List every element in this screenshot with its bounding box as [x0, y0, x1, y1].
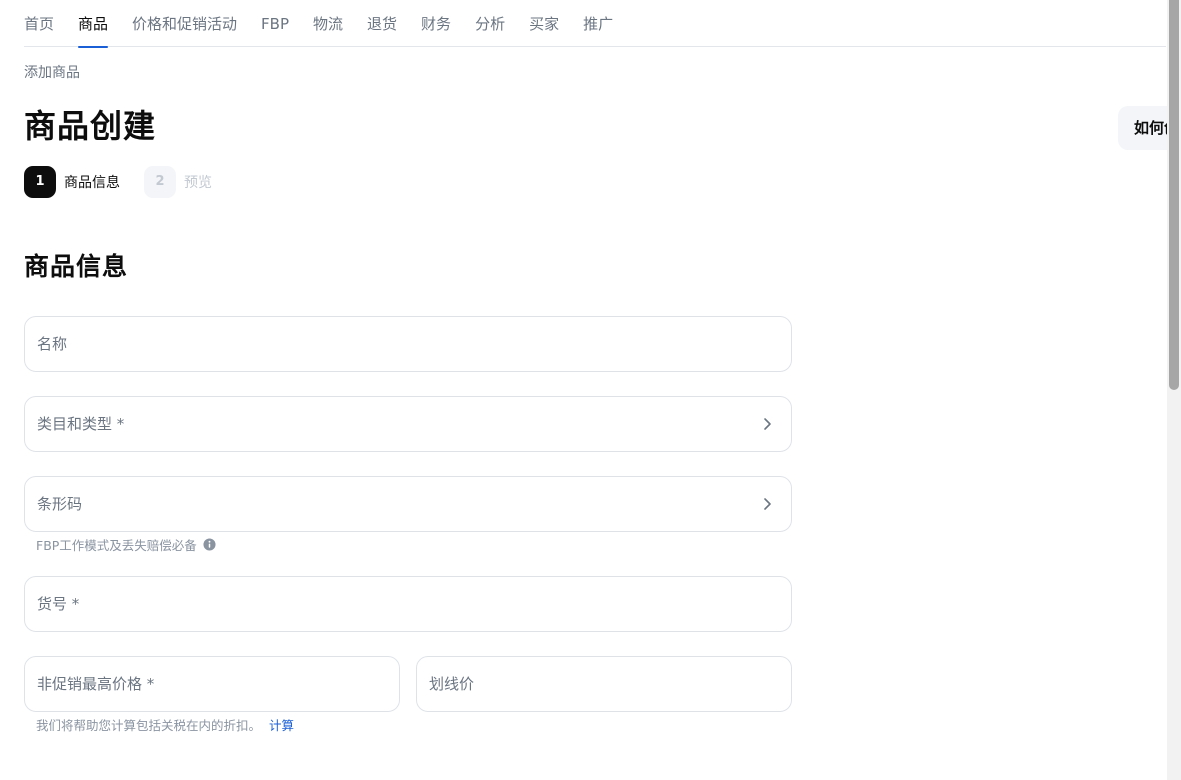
name-input[interactable]	[25, 317, 791, 371]
barcode-select[interactable]: 条形码	[24, 476, 792, 532]
step-number: 2	[144, 166, 176, 198]
category-type-select[interactable]: 类目和类型 *	[24, 396, 792, 452]
step-label: 商品信息	[64, 175, 120, 191]
step-number: 1	[24, 166, 56, 198]
category-type-label: 类目和类型 *	[37, 415, 125, 433]
breadcrumb-add-product[interactable]: 添加商品	[24, 62, 80, 82]
nav-item-finance[interactable]: 财务	[421, 0, 451, 47]
barcode-label: 条形码	[37, 495, 83, 513]
chevron-right-icon	[764, 418, 771, 430]
nav-item-products[interactable]: 商品	[78, 0, 109, 48]
nav-item-buyers[interactable]: 买家	[529, 0, 559, 47]
barcode-hint: FBP工作模式及丢失赔偿必备	[36, 535, 216, 554]
step-label: 预览	[184, 175, 212, 191]
nav-item-fbp[interactable]: FBP	[261, 0, 289, 47]
calculate-link[interactable]: 计算	[269, 715, 294, 734]
price-field[interactable]: 非促销最高价格 *	[24, 656, 400, 712]
scrollbar-thumb[interactable]	[1169, 0, 1179, 390]
nav-item-prices-promotions[interactable]: 价格和促销活动	[132, 0, 237, 47]
product-create-page: 首页 商品 价格和促销活动 FBP 物流 退货 财务 分析 买家 推广 添加商品…	[0, 0, 1181, 780]
name-field[interactable]: 名称	[24, 316, 792, 372]
top-navigation: 首页 商品 价格和促销活动 FBP 物流 退货 财务 分析 买家 推广	[24, 0, 1166, 48]
sku-input[interactable]	[25, 577, 791, 631]
nav-item-logistics[interactable]: 物流	[313, 0, 343, 47]
nav-item-home[interactable]: 首页	[24, 0, 54, 47]
stepper: 1 商品信息 2 预览	[24, 166, 236, 198]
nav-item-promotion[interactable]: 推广	[583, 0, 613, 47]
old-price-field[interactable]: 划线价	[416, 656, 792, 712]
chevron-right-icon	[764, 498, 771, 510]
info-circle-icon[interactable]	[203, 538, 216, 551]
step-preview[interactable]: 2 预览	[144, 166, 212, 198]
sku-field[interactable]: 货号 *	[24, 576, 792, 632]
price-hint-text: 我们将帮助您计算包括关税在内的折扣。	[36, 718, 262, 733]
step-product-info[interactable]: 1 商品信息	[24, 166, 120, 198]
page-title: 商品创建	[24, 107, 157, 145]
section-title: 商品信息	[24, 252, 129, 281]
barcode-hint-text: FBP工作模式及丢失赔偿必备	[36, 538, 197, 553]
price-hint: 我们将帮助您计算包括关税在内的折扣。 计算	[36, 715, 294, 734]
nav-item-returns[interactable]: 退货	[367, 0, 397, 47]
nav-item-analytics[interactable]: 分析	[475, 0, 505, 47]
old-price-input[interactable]	[417, 657, 791, 711]
price-input[interactable]	[25, 657, 399, 711]
